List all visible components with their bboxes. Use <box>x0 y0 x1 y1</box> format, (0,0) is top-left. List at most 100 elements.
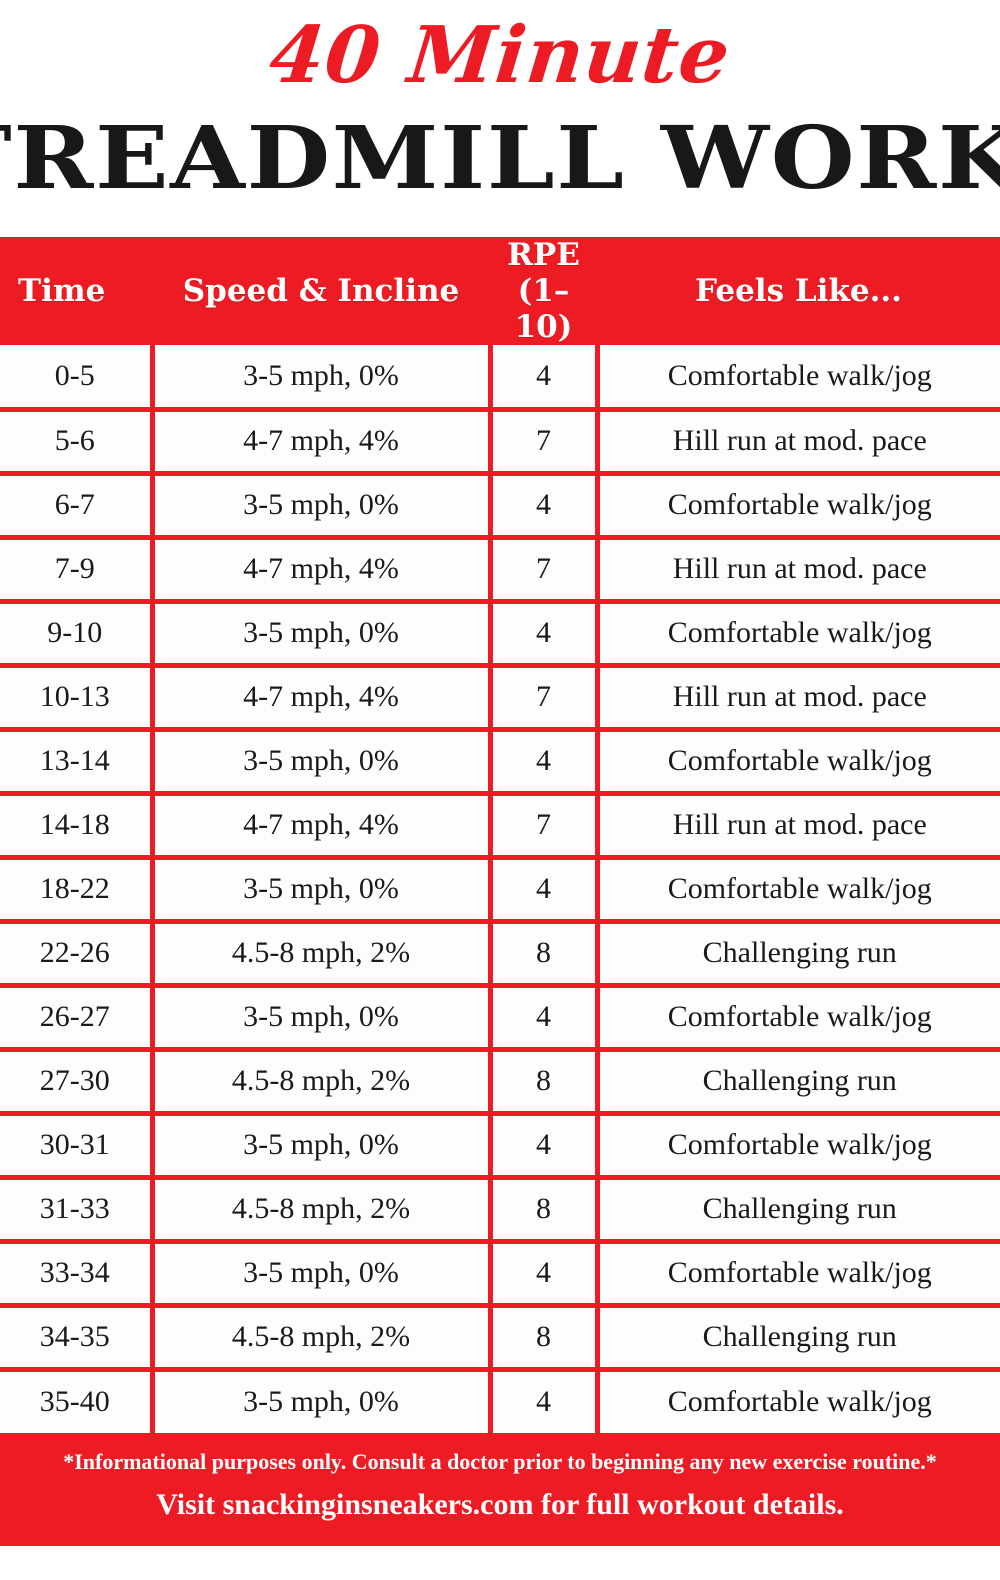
table-row: 18-22 3-5 mph, 0% 4 Comfortable walk/jog <box>0 854 1000 921</box>
table-row: 13-14 3-5 mph, 0% 4 Comfortable walk/jog <box>0 726 1000 793</box>
cell-time: 30-31 <box>0 1110 155 1177</box>
poster-footer: *Informational purposes only. Consult a … <box>0 1433 1000 1546</box>
cell-rpe: 4 <box>490 1238 600 1305</box>
table-row: 5-6 4-7 mph, 4% 7 Hill run at mod. pace <box>0 406 1000 473</box>
cell-rpe: 7 <box>490 534 600 601</box>
cell-rpe: 4 <box>490 982 600 1049</box>
cell-speed-incline: 4.5-8 mph, 2% <box>152 918 493 985</box>
cell-rpe: 4 <box>490 598 600 665</box>
table-row: 35-40 3-5 mph, 0% 4 Comfortable walk/jog <box>0 1366 1000 1433</box>
footer-disclaimer: *Informational purposes only. Consult a … <box>63 1449 937 1474</box>
table-row: 0-5 3-5 mph, 0% 4 Comfortable walk/jog <box>0 345 1000 409</box>
cell-time: 14-18 <box>0 790 155 857</box>
cell-time: 18-22 <box>0 854 155 921</box>
cell-speed-incline: 3-5 mph, 0% <box>152 982 493 1049</box>
cell-feels-like: Comfortable walk/jog <box>597 598 1000 665</box>
cell-rpe: 4 <box>490 854 600 921</box>
cell-feels-like: Challenging run <box>597 1174 1000 1241</box>
cell-feels-like: Comfortable walk/jog <box>597 854 1000 921</box>
cell-speed-incline: 4.5-8 mph, 2% <box>152 1046 493 1113</box>
cell-time: 10-13 <box>0 662 155 729</box>
cell-rpe: 4 <box>490 726 600 793</box>
cell-time: 9-10 <box>0 598 155 665</box>
table-row: 30-31 3-5 mph, 0% 4 Comfortable walk/jog <box>0 1110 1000 1177</box>
cell-feels-like: Hill run at mod. pace <box>597 790 1000 857</box>
table-row: 33-34 3-5 mph, 0% 4 Comfortable walk/jog <box>0 1238 1000 1305</box>
cell-speed-incline: 4-7 mph, 4% <box>152 790 493 857</box>
cell-time: 27-30 <box>0 1046 155 1113</box>
title-script-line: 40 Minute <box>265 10 735 101</box>
cell-speed-incline: 3-5 mph, 0% <box>152 1366 493 1433</box>
cell-speed-incline: 3-5 mph, 0% <box>152 470 493 537</box>
cell-feels-like: Comfortable walk/jog <box>597 726 1000 793</box>
cell-rpe: 4 <box>490 1366 600 1433</box>
cell-speed-incline: 3-5 mph, 0% <box>152 598 493 665</box>
table-row: 7-9 4-7 mph, 4% 7 Hill run at mod. pace <box>0 534 1000 601</box>
cell-time: 5-6 <box>0 406 155 473</box>
cell-feels-like: Comfortable walk/jog <box>597 982 1000 1049</box>
cell-rpe: 7 <box>490 662 600 729</box>
cell-feels-like: Challenging run <box>597 1046 1000 1113</box>
cell-feels-like: Hill run at mod. pace <box>597 662 1000 729</box>
cell-time: 33-34 <box>0 1238 155 1305</box>
footer-visit-link: Visit snackinginsneakers.com for full wo… <box>156 1488 844 1521</box>
cell-rpe: 8 <box>490 1046 600 1113</box>
cell-speed-incline: 4-7 mph, 4% <box>152 534 493 601</box>
workout-table: Time Speed & Incline RPE (1–10) Feels Li… <box>0 237 1000 1433</box>
cell-time: 6-7 <box>0 470 155 537</box>
cell-speed-incline: 4-7 mph, 4% <box>152 406 493 473</box>
cell-feels-like: Comfortable walk/jog <box>597 1366 1000 1433</box>
table-header-row: Time Speed & Incline RPE (1–10) Feels Li… <box>0 237 1000 345</box>
cell-speed-incline: 4.5-8 mph, 2% <box>152 1302 493 1369</box>
column-header-time: Time <box>0 237 152 345</box>
cell-feels-like: Hill run at mod. pace <box>597 534 1000 601</box>
cell-time: 7-9 <box>0 534 155 601</box>
cell-feels-like: Comfortable walk/jog <box>597 1110 1000 1177</box>
table-row: 9-10 3-5 mph, 0% 4 Comfortable walk/jog <box>0 598 1000 665</box>
cell-feels-like: Challenging run <box>597 1302 1000 1369</box>
table-body: 0-5 3-5 mph, 0% 4 Comfortable walk/jog 5-6 4-… <box>0 345 1000 1433</box>
table-header: Time Speed & Incline RPE (1–10) Feels Li… <box>0 237 1000 345</box>
cell-time: 26-27 <box>0 982 155 1049</box>
cell-rpe: 8 <box>490 1174 600 1241</box>
cell-feels-like: Comfortable walk/jog <box>597 345 1000 409</box>
table-row: 31-33 4.5-8 mph, 2% 8 Challenging run <box>0 1174 1000 1241</box>
cell-feels-like: Comfortable walk/jog <box>597 470 1000 537</box>
poster-title: 40 Minute TREADMILL WORKOUT! <box>0 0 1000 237</box>
table-row: 34-35 4.5-8 mph, 2% 8 Challenging run <box>0 1302 1000 1369</box>
cell-speed-incline: 3-5 mph, 0% <box>152 345 493 409</box>
cell-speed-incline: 4.5-8 mph, 2% <box>152 1174 493 1241</box>
column-header-rpe: RPE (1–10) <box>490 237 597 345</box>
table-row: 10-13 4-7 mph, 4% 7 Hill run at mod. pace <box>0 662 1000 729</box>
table-row: 26-27 3-5 mph, 0% 4 Comfortable walk/jog <box>0 982 1000 1049</box>
table-row: 27-30 4.5-8 mph, 2% 8 Challenging run <box>0 1046 1000 1113</box>
cell-time: 0-5 <box>0 345 155 409</box>
table-row: 22-26 4.5-8 mph, 2% 8 Challenging run <box>0 918 1000 985</box>
cell-speed-incline: 3-5 mph, 0% <box>152 726 493 793</box>
cell-speed-incline: 3-5 mph, 0% <box>152 854 493 921</box>
cell-time: 13-14 <box>0 726 155 793</box>
cell-rpe: 8 <box>490 918 600 985</box>
column-header-speed-incline: Speed & Incline <box>152 237 490 345</box>
table-row: 6-7 3-5 mph, 0% 4 Comfortable walk/jog <box>0 470 1000 537</box>
cell-time: 34-35 <box>0 1302 155 1369</box>
cell-time: 31-33 <box>0 1174 155 1241</box>
table-row: 14-18 4-7 mph, 4% 7 Hill run at mod. pace <box>0 790 1000 857</box>
cell-feels-like: Challenging run <box>597 918 1000 985</box>
cell-speed-incline: 3-5 mph, 0% <box>152 1110 493 1177</box>
cell-rpe: 7 <box>490 406 600 473</box>
cell-rpe: 4 <box>490 1110 600 1177</box>
title-main-line: TREADMILL WORKOUT! <box>0 108 1000 209</box>
cell-rpe: 8 <box>490 1302 600 1369</box>
cell-time: 22-26 <box>0 918 155 985</box>
cell-speed-incline: 3-5 mph, 0% <box>152 1238 493 1305</box>
cell-rpe: 4 <box>490 470 600 537</box>
workout-poster: 40 Minute TREADMILL WORKOUT! Time Speed … <box>0 0 1000 1580</box>
cell-feels-like: Hill run at mod. pace <box>597 406 1000 473</box>
cell-time: 35-40 <box>0 1366 155 1433</box>
cell-feels-like: Comfortable walk/jog <box>597 1238 1000 1305</box>
column-header-feels-like: Feels Like... <box>597 237 1000 345</box>
cell-rpe: 7 <box>490 790 600 857</box>
cell-rpe: 4 <box>490 345 600 409</box>
cell-speed-incline: 4-7 mph, 4% <box>152 662 493 729</box>
